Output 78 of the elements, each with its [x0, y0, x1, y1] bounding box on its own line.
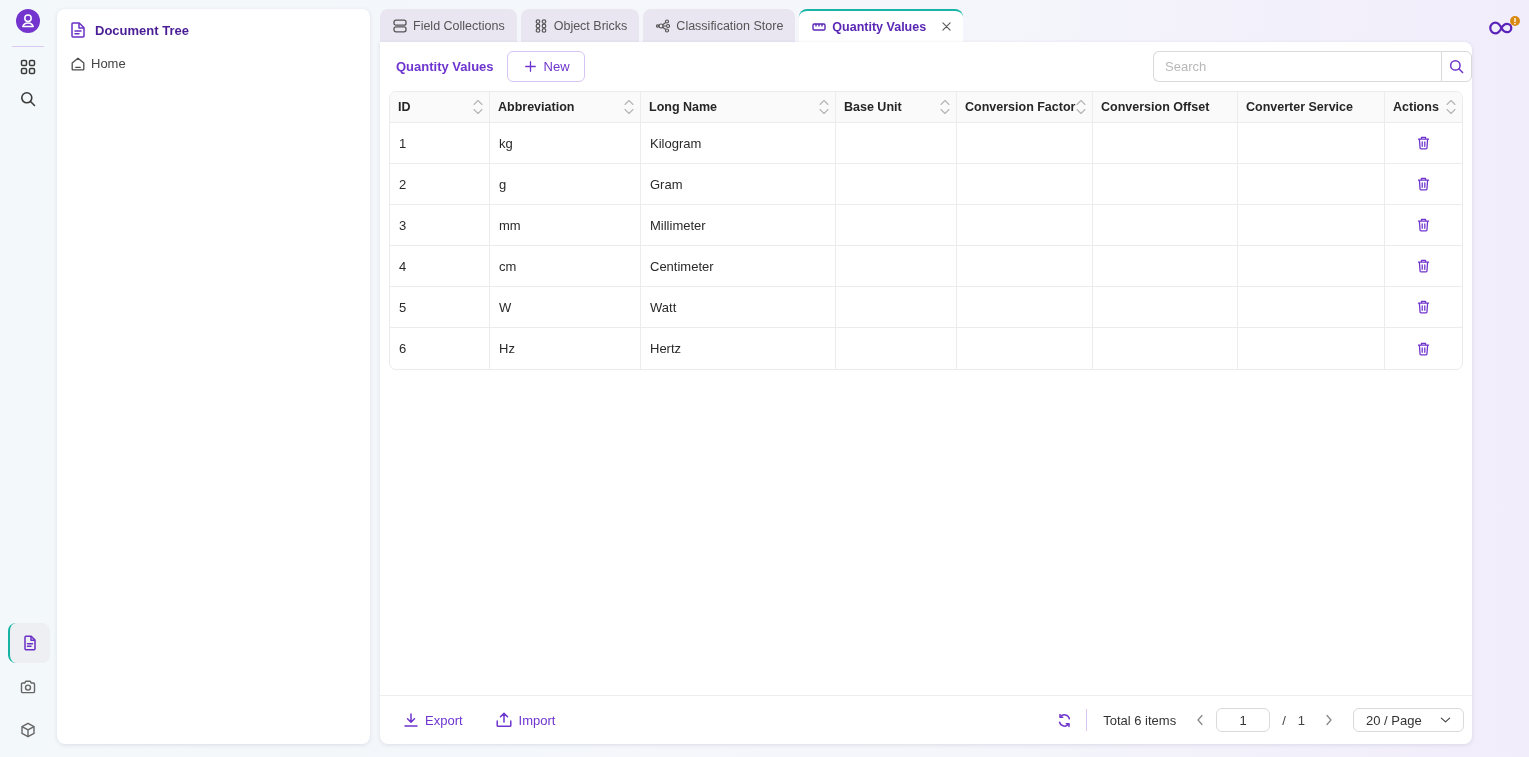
grid-icon: [20, 59, 36, 75]
tab[interactable]: Quantity Values: [799, 9, 964, 42]
column-header: Base Unit: [844, 100, 902, 114]
stacked-rows-icon: [393, 18, 407, 33]
import-button[interactable]: Import: [495, 712, 556, 728]
home-icon: [71, 56, 85, 71]
section-title: Quantity Values: [396, 59, 494, 74]
table-cell: Millimeter: [650, 217, 706, 233]
table-cell: Hertz: [650, 341, 682, 356]
delete-button[interactable]: [1417, 341, 1430, 356]
close-icon[interactable]: [942, 22, 952, 31]
table-cell: Watt: [650, 299, 677, 315]
chevron-down-icon: [1440, 716, 1451, 724]
new-button[interactable]: New: [506, 51, 585, 82]
trash-icon: [1417, 218, 1430, 232]
table-cell: 5: [399, 299, 407, 315]
delete-button[interactable]: [1417, 177, 1430, 191]
tab[interactable]: Classification Store: [643, 9, 796, 42]
chevron-left-icon[interactable]: [1196, 714, 1205, 726]
export-button[interactable]: Export: [404, 712, 463, 728]
column-header: Actions: [1393, 100, 1439, 114]
column-header: Long Name: [649, 100, 718, 114]
page-input[interactable]: 1: [1216, 708, 1271, 732]
table-cell: 1: [399, 135, 407, 151]
page-count: 1: [1297, 712, 1305, 728]
trash-icon: [1417, 341, 1430, 356]
circles-grid-icon: [533, 18, 548, 33]
delete-button[interactable]: [1417, 136, 1430, 150]
delete-button[interactable]: [1417, 218, 1430, 232]
panel-title: Document Tree: [95, 22, 189, 38]
documents-button[interactable]: [7, 623, 50, 663]
infinity-logo-icon: [1489, 20, 1515, 36]
table-cell: 6: [399, 341, 407, 356]
avatar-icon[interactable]: [16, 9, 40, 33]
table-cell: kg: [499, 135, 513, 151]
document-icon: [21, 635, 38, 651]
tree-item[interactable]: Home: [71, 56, 126, 71]
search-button[interactable]: [1441, 51, 1472, 82]
camera-icon: [20, 679, 36, 695]
search-icon: [1449, 59, 1464, 74]
page-size-select[interactable]: 20 / Page: [1353, 708, 1464, 732]
column-header: Conversion Factor: [965, 100, 1076, 114]
table-cell: Hz: [499, 341, 515, 356]
delete-button[interactable]: [1417, 300, 1430, 314]
table-cell: 2: [399, 176, 407, 192]
download-icon: [404, 713, 418, 727]
upload-icon: [495, 712, 512, 728]
tab[interactable]: Field Collections: [380, 9, 517, 42]
table-cell: cm: [499, 258, 517, 274]
total-count: Total 6 items: [1103, 712, 1177, 728]
delete-button[interactable]: [1417, 259, 1430, 273]
trash-icon: [1417, 259, 1430, 273]
refresh-icon[interactable]: [1057, 712, 1073, 728]
table-cell: W: [499, 299, 512, 315]
table-cell: mm: [499, 217, 521, 233]
column-header: ID: [398, 100, 411, 114]
column-header: Conversion Offset: [1101, 100, 1210, 114]
document-icon: [71, 22, 85, 38]
chevron-right-icon[interactable]: [1325, 714, 1333, 726]
nodes-icon: [656, 18, 671, 33]
search-field[interactable]: Search: [1153, 51, 1441, 82]
trash-icon: [1417, 136, 1430, 150]
column-header: Converter Service: [1246, 100, 1353, 114]
plus-icon: [524, 61, 536, 72]
table-cell: Kilogram: [650, 135, 702, 151]
page-separator: /: [1282, 712, 1286, 728]
trash-icon: [1417, 177, 1430, 191]
table-cell: g: [499, 176, 507, 192]
table-cell: Centimeter: [650, 258, 714, 274]
search-icon: [20, 91, 36, 107]
trash-icon: [1417, 300, 1430, 314]
tab[interactable]: Object Bricks: [520, 9, 640, 42]
table-cell: 3: [399, 217, 407, 233]
alert-badge-icon: [1510, 16, 1520, 26]
table-cell: Gram: [650, 176, 683, 192]
cube-icon: [20, 722, 36, 738]
table-cell: 4: [399, 258, 407, 274]
column-header: Abbreviation: [498, 100, 575, 114]
